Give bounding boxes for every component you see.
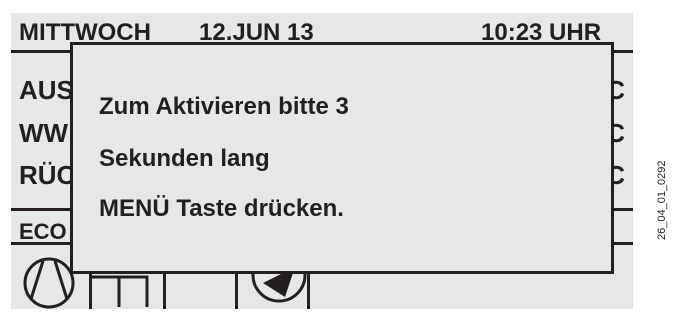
dialog-line-2: Sekunden lang [99, 145, 270, 172]
row-label-outside: AUS [19, 75, 74, 105]
heating-element-icon [91, 275, 149, 307]
row-label-return: RÜC [19, 160, 76, 190]
row-label-hot-water: WW [19, 118, 69, 148]
reference-code: 26_04_01_0292 [656, 160, 668, 240]
dialog-line-3: MENÜ Taste drücken. [99, 195, 344, 222]
dialog-line-1: Zum Aktivieren bitte 3 [99, 93, 349, 120]
activation-dialog: Zum Aktivieren bitte 3 Sekunden lang MEN… [70, 42, 614, 274]
